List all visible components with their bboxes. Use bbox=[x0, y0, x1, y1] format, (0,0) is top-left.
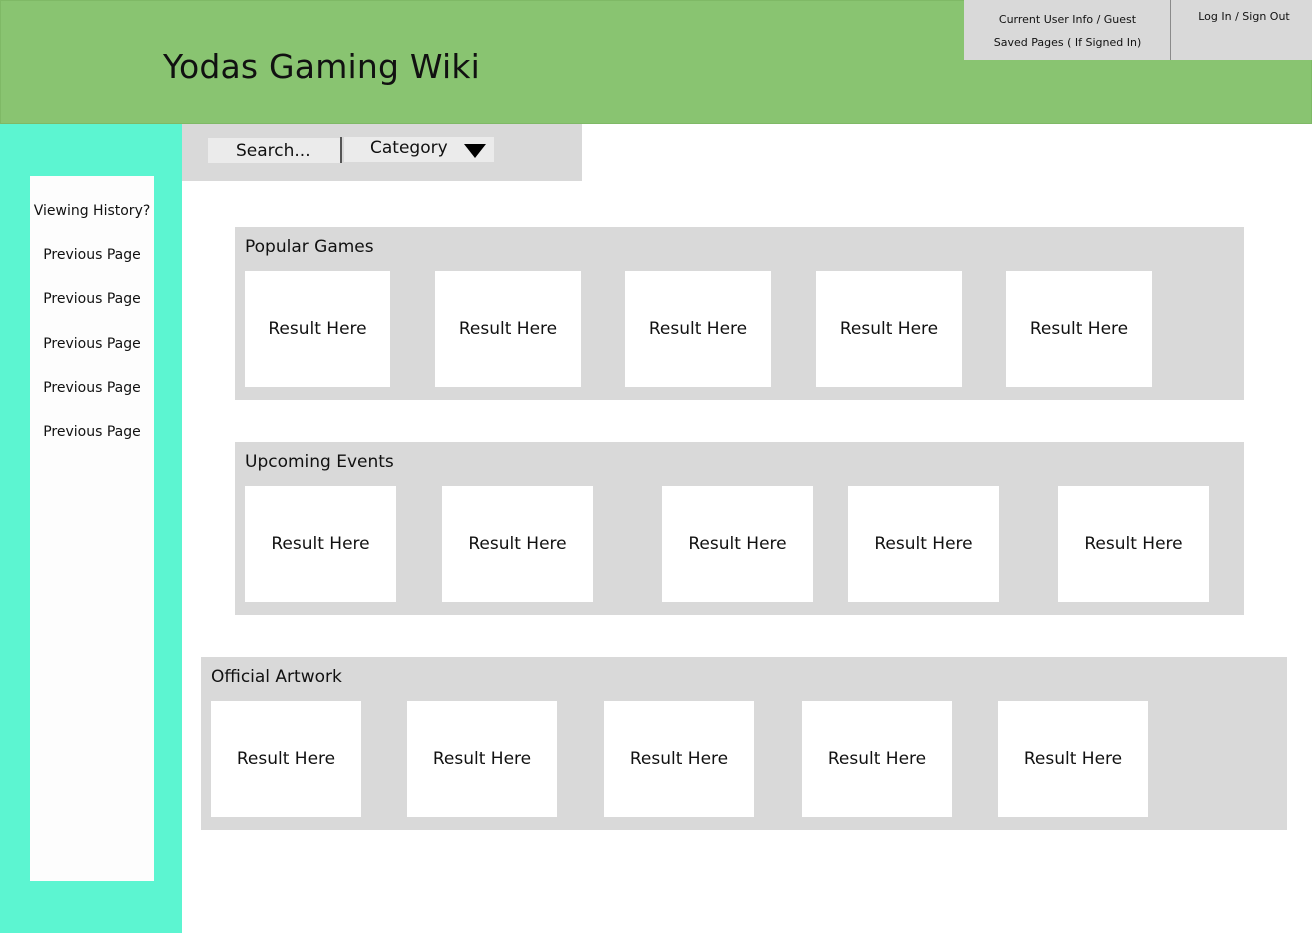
category-label: Category bbox=[370, 138, 448, 158]
result-card-label: Result Here bbox=[1023, 749, 1123, 769]
result-card-label: Result Here bbox=[874, 534, 973, 554]
result-card-label: Result Here bbox=[1029, 319, 1129, 339]
result-card-label: Result Here bbox=[827, 749, 927, 769]
category-dropdown[interactable]: Category bbox=[344, 137, 494, 162]
history-item[interactable]: Previous Page bbox=[30, 247, 154, 263]
login-signout-button[interactable]: Log In / Sign Out bbox=[1171, 10, 1312, 23]
result-card-label: Result Here bbox=[648, 319, 748, 339]
history-item[interactable]: Previous Page bbox=[30, 380, 154, 396]
result-card-label: Result Here bbox=[432, 749, 532, 769]
upcoming-events-section: Upcoming Events Result Here Result Here … bbox=[235, 442, 1244, 615]
search-divider bbox=[340, 137, 342, 163]
result-card[interactable]: Result Here bbox=[998, 701, 1148, 817]
viewing-history-panel: Viewing History? Previous Page Previous … bbox=[30, 176, 154, 881]
result-card-label: Result Here bbox=[268, 319, 367, 339]
result-card[interactable]: Result Here bbox=[245, 486, 396, 602]
sidebar: Viewing History? Previous Page Previous … bbox=[0, 124, 182, 933]
saved-pages-link[interactable]: Saved Pages ( If Signed In) bbox=[964, 36, 1171, 49]
section-title: Popular Games bbox=[245, 237, 374, 257]
search-input[interactable] bbox=[208, 138, 340, 163]
result-card-label: Result Here bbox=[236, 749, 336, 769]
site-title: Yodas Gaming Wiki bbox=[163, 47, 481, 86]
history-item[interactable]: Previous Page bbox=[30, 424, 154, 440]
chevron-down-icon bbox=[464, 144, 486, 158]
result-card[interactable]: Result Here bbox=[211, 701, 361, 817]
result-card-label: Result Here bbox=[629, 749, 729, 769]
user-info-box[interactable]: Current User Info / Guest Saved Pages ( … bbox=[964, 0, 1171, 60]
official-artwork-section: Official Artwork Result Here Result Here… bbox=[201, 657, 1287, 830]
result-card-label: Result Here bbox=[468, 534, 567, 554]
result-card[interactable]: Result Here bbox=[625, 271, 771, 387]
result-card[interactable]: Result Here bbox=[802, 701, 952, 817]
login-box[interactable]: Log In / Sign Out bbox=[1171, 0, 1312, 60]
result-card[interactable]: Result Here bbox=[435, 271, 581, 387]
result-card[interactable]: Result Here bbox=[848, 486, 999, 602]
section-title: Upcoming Events bbox=[245, 452, 394, 472]
result-card-label: Result Here bbox=[271, 534, 370, 554]
history-item[interactable]: Previous Page bbox=[30, 291, 154, 307]
result-card-label: Result Here bbox=[688, 534, 787, 554]
result-card[interactable]: Result Here bbox=[442, 486, 593, 602]
viewing-history-title: Viewing History? bbox=[33, 203, 151, 219]
search-bar: Category bbox=[182, 124, 582, 181]
result-card[interactable]: Result Here bbox=[1006, 271, 1152, 387]
result-card[interactable]: Result Here bbox=[604, 701, 754, 817]
current-user-info[interactable]: Current User Info / Guest bbox=[964, 13, 1171, 26]
popular-games-section: Popular Games Result Here Result Here Re… bbox=[235, 227, 1244, 400]
result-card[interactable]: Result Here bbox=[816, 271, 962, 387]
section-title: Official Artwork bbox=[211, 667, 342, 687]
result-card[interactable]: Result Here bbox=[407, 701, 557, 817]
result-card[interactable]: Result Here bbox=[1058, 486, 1209, 602]
result-card[interactable]: Result Here bbox=[245, 271, 390, 387]
result-card-label: Result Here bbox=[839, 319, 939, 339]
result-card-label: Result Here bbox=[1084, 534, 1183, 554]
history-item[interactable]: Previous Page bbox=[30, 336, 154, 352]
result-card-label: Result Here bbox=[458, 319, 558, 339]
result-card[interactable]: Result Here bbox=[662, 486, 813, 602]
